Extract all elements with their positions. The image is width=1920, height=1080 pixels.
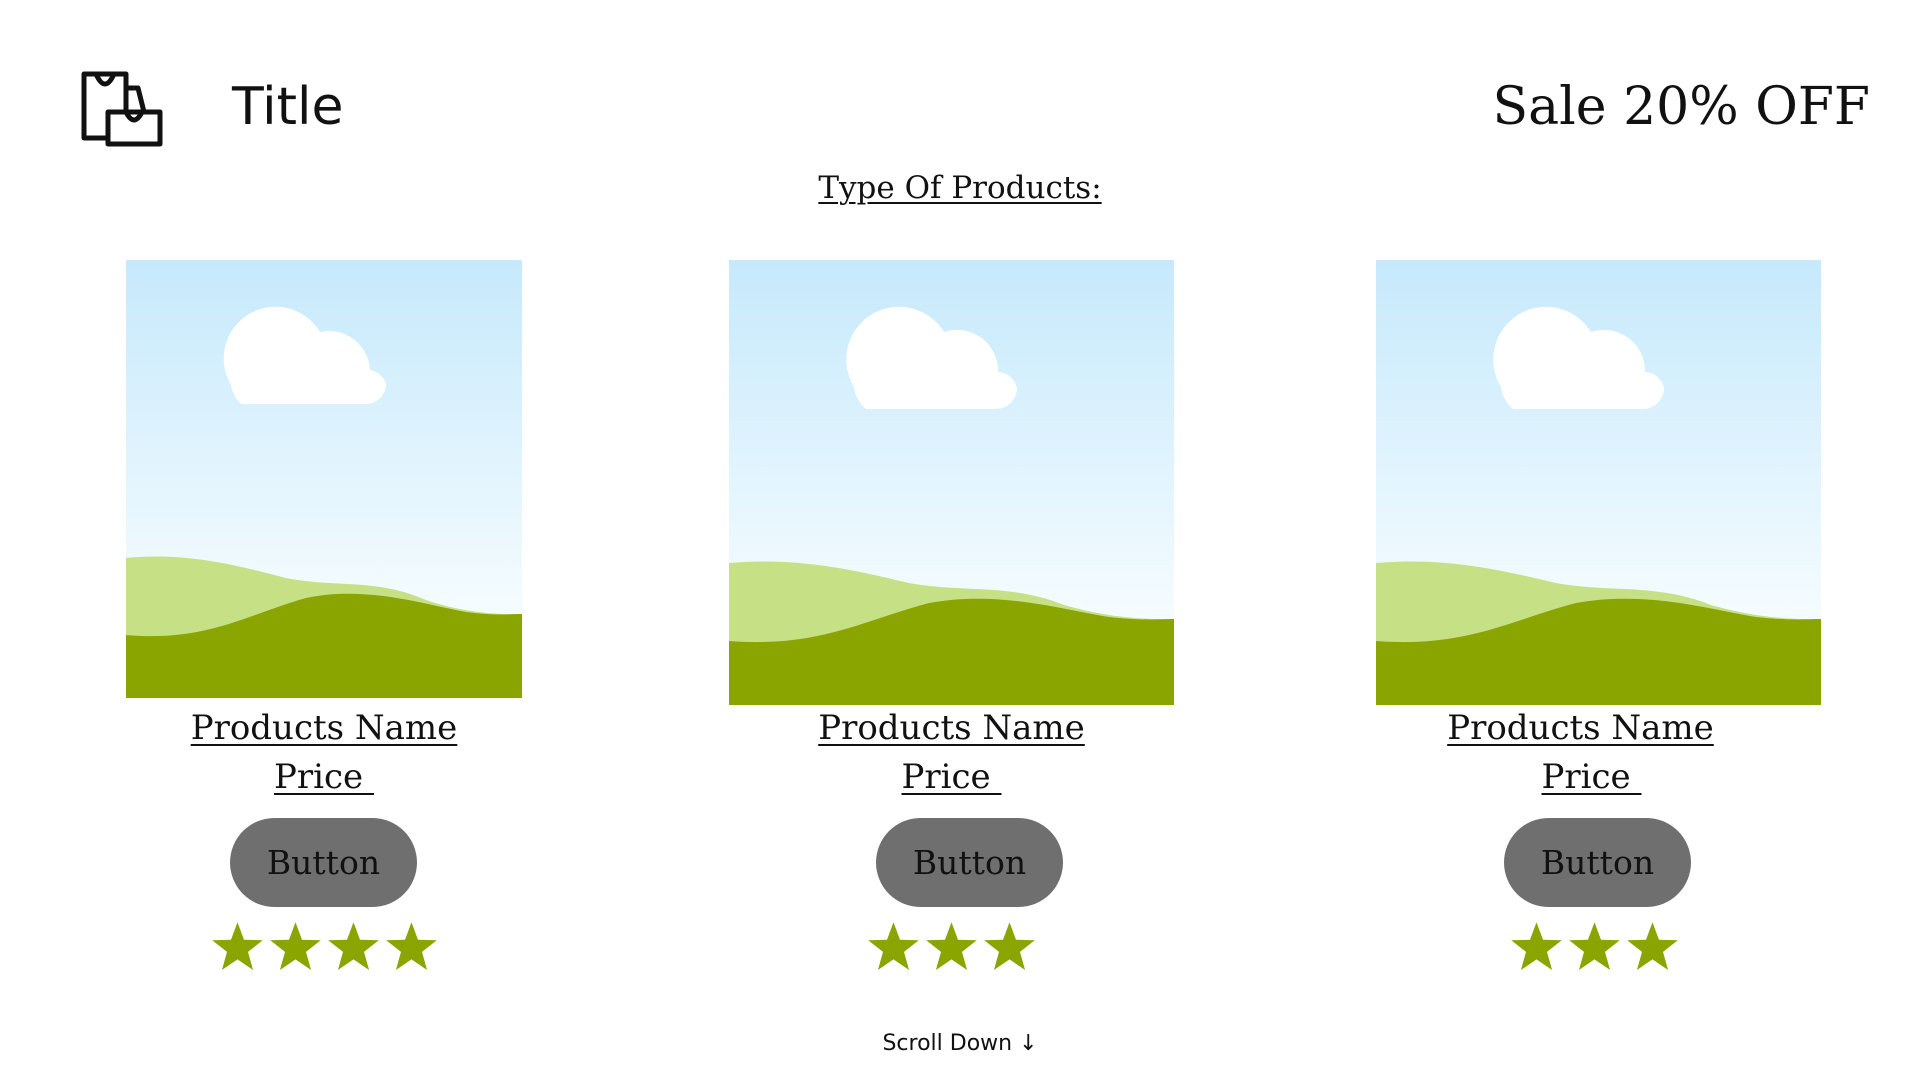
scroll-down-hint[interactable]: Scroll Down ↓	[0, 1029, 1920, 1059]
product-name-link[interactable]: Products Name	[126, 706, 522, 750]
shopping-bags-icon	[81, 71, 163, 147]
star-icon	[1569, 922, 1620, 971]
product-price-link[interactable]: Price	[126, 755, 522, 799]
product-image-placeholder[interactable]	[1376, 260, 1821, 705]
product-type-link[interactable]: Type Of Products:	[0, 166, 1920, 210]
star-icon	[269, 922, 321, 971]
star-rating	[1372, 920, 1817, 975]
star-rating	[126, 920, 522, 975]
product-name-link[interactable]: Products Name	[1358, 706, 1803, 750]
product-price-link[interactable]: Price	[729, 755, 1174, 799]
product-button[interactable]: Button	[876, 818, 1063, 907]
star-icon	[868, 922, 919, 971]
product-price-link[interactable]: Price	[1369, 755, 1814, 799]
star-icon	[385, 922, 437, 971]
star-icon	[1627, 922, 1678, 971]
star-icon	[1511, 922, 1562, 971]
site-title: Title	[232, 77, 344, 137]
star-rating	[729, 920, 1174, 975]
product-name-link[interactable]: Products Name	[729, 706, 1174, 750]
product-button[interactable]: Button	[1504, 818, 1691, 907]
sale-banner: Sale 20% OFF	[1492, 77, 1870, 137]
star-icon	[211, 922, 263, 971]
star-icon	[327, 922, 379, 971]
star-icon	[926, 922, 977, 971]
star-icon	[984, 922, 1035, 971]
product-image-placeholder[interactable]	[729, 260, 1174, 705]
product-image-placeholder[interactable]	[126, 260, 522, 698]
product-button[interactable]: Button	[230, 818, 417, 907]
